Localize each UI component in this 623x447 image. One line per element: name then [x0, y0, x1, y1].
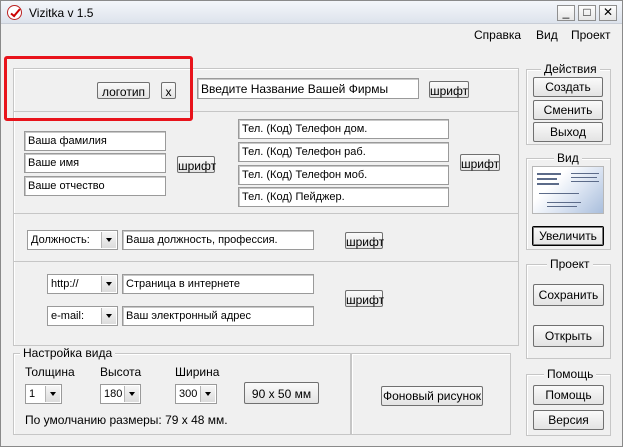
change-button[interactable]: Сменить [533, 100, 603, 120]
menu-view[interactable]: Вид [536, 28, 558, 42]
width-select[interactable]: 300 [175, 384, 217, 404]
version-button[interactable]: Версия [533, 410, 604, 430]
divider [13, 261, 519, 262]
thickness-value: 1 [29, 388, 36, 400]
pager-field[interactable]: Тел. (Код) Пейджер. [238, 187, 449, 207]
name-field[interactable]: Ваше имя [24, 153, 166, 173]
actions-title: Действия [541, 62, 600, 76]
project-title: Проект [547, 257, 593, 271]
position-select[interactable]: Должность: [27, 230, 118, 250]
card-preview-thumbnail [532, 166, 604, 214]
background-image-button[interactable]: Фоновый рисунок [381, 386, 483, 406]
close-button[interactable]: ✕ [599, 5, 617, 21]
open-button[interactable]: Открыть [533, 325, 604, 347]
mobile-phone-field[interactable]: Тел. (Код) Телефон моб. [238, 165, 449, 185]
maximize-button[interactable]: □ [578, 5, 596, 21]
title-bar[interactable]: Vizitka v 1.5 _ □ ✕ [1, 1, 622, 24]
thickness-label: Толщина [25, 365, 75, 379]
email-prefix-select[interactable]: e-mail: [47, 306, 118, 326]
surname-field[interactable]: Ваша фамилия [24, 131, 166, 151]
view-settings-title: Настройка вида [20, 346, 116, 360]
create-button[interactable]: Создать [533, 77, 603, 97]
enlarge-button[interactable]: Увеличить [532, 226, 604, 246]
internet-font-button[interactable]: шрифт [345, 290, 384, 307]
patronymic-field[interactable]: Ваше отчество [24, 176, 166, 196]
web-prefix-value: http:// [51, 278, 79, 290]
app-checkmark-icon [7, 5, 22, 20]
company-name-field[interactable]: Введите Название Вашей Фирмы [197, 78, 419, 99]
chevron-down-icon [101, 232, 116, 248]
position-field[interactable]: Ваша должность, профессия. [122, 230, 314, 250]
width-label: Ширина [175, 365, 220, 379]
company-font-button[interactable]: шрифт [429, 81, 469, 98]
chevron-down-icon [101, 308, 116, 324]
home-phone-field[interactable]: Тел. (Код) Телефон дом. [238, 119, 449, 139]
person-font-button[interactable]: шрифт [177, 156, 216, 173]
width-value: 300 [179, 388, 198, 400]
web-prefix-select[interactable]: http:// [47, 274, 118, 294]
email-prefix-value: e-mail: [51, 310, 85, 322]
chevron-down-icon [45, 386, 60, 402]
position-select-value: Должность: [31, 234, 90, 246]
menu-project[interactable]: Проект [571, 28, 611, 42]
main-window: Vizitka v 1.5 _ □ ✕ Справка Вид Проект л… [0, 0, 623, 447]
view-title: Вид [554, 151, 582, 165]
help-button[interactable]: Помощь [533, 385, 604, 405]
divider [13, 213, 519, 214]
chevron-down-icon [200, 386, 215, 402]
chevron-down-icon [101, 276, 116, 292]
size-preset-button[interactable]: 90 x 50 мм [244, 382, 319, 404]
menu-help[interactable]: Справка [474, 28, 521, 42]
minimize-button[interactable]: _ [557, 5, 575, 21]
thickness-select[interactable]: 1 [25, 384, 62, 404]
phones-font-button[interactable]: шрифт [460, 154, 500, 171]
default-size-note: По умолчанию размеры: 79 x 48 мм. [25, 413, 228, 427]
menu-bar: Справка Вид Проект [1, 25, 622, 45]
height-label: Высота [100, 365, 142, 379]
height-value: 180 [104, 388, 123, 400]
exit-button[interactable]: Выход [533, 122, 603, 142]
height-select[interactable]: 180 [100, 384, 141, 404]
website-field[interactable]: Страница в интернете [122, 274, 314, 294]
help-title: Помощь [544, 367, 597, 381]
position-font-button[interactable]: шрифт [345, 232, 384, 249]
email-field[interactable]: Ваш электронный адрес [122, 306, 314, 326]
work-phone-field[interactable]: Тел. (Код) Телефон раб. [238, 142, 449, 162]
highlight-frame [4, 56, 193, 121]
save-button[interactable]: Сохранить [533, 284, 604, 306]
window-title: Vizitka v 1.5 [29, 6, 94, 20]
chevron-down-icon [124, 386, 139, 402]
